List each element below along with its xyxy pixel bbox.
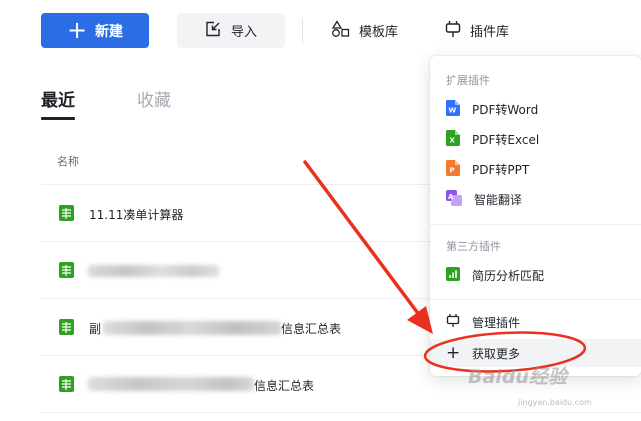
menu-item-label: 简历分析匹配 <box>472 268 545 283</box>
svg-text:P: P <box>450 166 455 174</box>
watermark-brand: Baidu经验 <box>468 366 567 388</box>
menu-item-label: 获取更多 <box>472 346 521 361</box>
ppt-icon: P <box>446 159 460 179</box>
menu-item-label: 管理插件 <box>472 315 521 330</box>
svg-text:X: X <box>450 136 456 144</box>
extension-section-title: 扩展插件 <box>446 74 490 87</box>
chart-icon <box>446 266 460 284</box>
plus-icon: + <box>66 15 88 44</box>
blurred-file-name <box>103 321 281 335</box>
sheet-icon <box>59 376 74 396</box>
plugins-label: 插件库 <box>470 25 510 40</box>
file-name-suffix: 信息汇总表 <box>281 322 342 336</box>
toolbar-divider <box>302 18 303 44</box>
menu-divider <box>430 299 641 300</box>
new-button-label: 新建 <box>95 23 124 40</box>
word-icon: W <box>446 99 460 119</box>
third-party-section-title: 第三方插件 <box>446 240 501 253</box>
translate-icon: A <box>446 189 462 209</box>
plugins-button[interactable]: 插件库 <box>444 13 509 48</box>
blurred-file-name <box>88 265 219 277</box>
import-button-label: 导入 <box>230 25 257 40</box>
file-name: 11.11凑单计算器 <box>89 208 184 222</box>
tab-active-indicator <box>41 117 75 120</box>
templates-label: 模板库 <box>359 25 399 40</box>
tab-recent[interactable]: 最近 <box>41 86 75 111</box>
menu-item-resume-analysis[interactable]: 简历分析匹配 <box>446 264 544 286</box>
import-button[interactable]: 导入 <box>177 13 285 48</box>
file-name-suffix: 信息汇总表 <box>254 379 315 393</box>
menu-divider <box>430 224 641 225</box>
sheet-icon <box>59 205 74 225</box>
templates-icon <box>331 19 351 42</box>
row-divider <box>41 412 641 413</box>
blurred-file-name <box>88 377 254 391</box>
menu-item-pdf-to-ppt[interactable]: P PDF转PPT <box>446 158 529 180</box>
menu-item-translate[interactable]: A 智能翻译 <box>446 188 522 210</box>
menu-item-label: PDF转PPT <box>472 162 530 177</box>
name-column-header: 名称 <box>57 155 79 168</box>
svg-text:W: W <box>449 106 457 114</box>
plus-icon: + <box>446 342 461 363</box>
menu-item-label: PDF转Excel <box>472 132 540 147</box>
plugin-icon <box>446 313 460 331</box>
menu-item-pdf-to-excel[interactable]: X PDF转Excel <box>446 128 539 150</box>
watermark-url: jingyan.baidu.com <box>518 398 592 407</box>
excel-icon: X <box>446 129 460 149</box>
plugin-dropdown: 扩展插件 W PDF转Word X PDF转Excel P PDF转PPT A … <box>430 56 641 376</box>
menu-item-label: 智能翻译 <box>474 192 523 207</box>
sheet-icon <box>59 262 74 282</box>
menu-item-pdf-to-word[interactable]: W PDF转Word <box>446 98 538 120</box>
new-button[interactable]: + 新建 <box>41 13 149 48</box>
svg-text:A: A <box>448 193 454 201</box>
menu-item-label: PDF转Word <box>472 102 539 117</box>
templates-button[interactable]: 模板库 <box>331 13 398 48</box>
menu-item-get-more[interactable]: + 获取更多 <box>446 342 520 364</box>
file-name-prefix: 副 <box>89 322 102 336</box>
plugin-icon <box>444 20 462 42</box>
menu-item-manage-plugins[interactable]: 管理插件 <box>446 311 520 333</box>
import-icon <box>205 21 221 41</box>
sheet-icon <box>59 319 74 339</box>
tab-favorites[interactable]: 收藏 <box>137 86 171 111</box>
